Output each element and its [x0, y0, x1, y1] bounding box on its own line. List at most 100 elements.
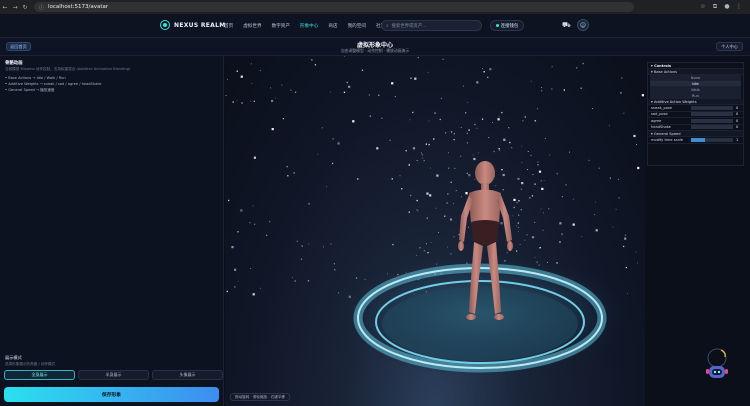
particle [417, 210, 419, 212]
particle [595, 201, 596, 203]
brand-logo[interactable]: NEXUS REALM [160, 20, 226, 30]
site-info-icon[interactable]: ⓘ [39, 4, 44, 11]
particle [565, 184, 567, 186]
nav-item-shop[interactable]: 商店 [328, 23, 337, 29]
particle [412, 147, 416, 150]
particle [466, 142, 468, 144]
particle [352, 120, 355, 123]
connect-wallet-button[interactable]: 连接钱包 [490, 20, 524, 31]
particle [234, 268, 237, 271]
wallet-status-dot-icon [495, 24, 499, 27]
particle [468, 129, 470, 131]
particle [311, 59, 313, 61]
profile-icon[interactable]: ● [722, 3, 732, 11]
particle [419, 247, 421, 249]
particle [569, 151, 570, 153]
particle [251, 82, 253, 84]
personal-center-button[interactable]: 个人中心 [716, 42, 743, 51]
user-avatar[interactable]: ☺ [577, 19, 589, 31]
particle [513, 206, 515, 209]
particle [334, 269, 336, 271]
particle [612, 226, 614, 228]
particle [438, 232, 439, 233]
particle [294, 91, 297, 93]
particle [516, 225, 517, 227]
nav-item-home[interactable]: 首页 [224, 23, 233, 29]
particle [502, 189, 504, 191]
particle [502, 173, 505, 177]
particle [231, 246, 234, 249]
cart-icon[interactable]: ⛟ [562, 21, 571, 30]
mode-full-body-button[interactable]: 全身展示 [4, 370, 75, 380]
particle [530, 154, 532, 157]
particle [294, 280, 296, 282]
particle [426, 192, 429, 195]
particle [537, 108, 538, 110]
particle [253, 100, 255, 102]
particle [237, 280, 239, 282]
forward-arrow-icon[interactable]: → [10, 4, 20, 11]
slider-track[interactable] [691, 112, 733, 117]
particle [498, 116, 500, 118]
slider-track[interactable] [691, 105, 733, 110]
save-avatar-button[interactable]: 保存形象 [4, 387, 219, 402]
particle [538, 170, 542, 173]
nav-item-assets[interactable]: 数字资产 [272, 23, 290, 29]
extensions-icon[interactable]: ⧉ [710, 3, 720, 11]
particle [226, 290, 228, 293]
brand-name: NEXUS REALM [174, 21, 226, 29]
particle [481, 118, 484, 120]
nav-item-worlds[interactable]: 虚拟世界 [243, 23, 261, 29]
nav-item-my-space[interactable]: 我的空间 [348, 23, 366, 29]
particle [559, 241, 561, 243]
speed-slider[interactable]: modify time scale 1 [648, 137, 743, 144]
menu-dots-icon[interactable]: ⋮ [734, 3, 744, 11]
particle [592, 108, 593, 109]
feature-list: Base Actions → Idle / Walk / Run Additiv… [5, 76, 101, 95]
bookmark-star-icon[interactable]: ☆ [698, 3, 708, 11]
scene-canvas[interactable] [225, 56, 645, 406]
slider-track[interactable] [691, 137, 733, 142]
particle [508, 127, 510, 129]
particle [425, 143, 427, 145]
particle [541, 187, 544, 190]
particle [517, 177, 520, 180]
particle [473, 157, 476, 161]
particle [489, 68, 492, 71]
particle [436, 174, 439, 177]
particle [429, 194, 432, 197]
particle [627, 293, 628, 294]
particle [531, 195, 534, 197]
particle [446, 202, 448, 204]
particle [357, 178, 359, 180]
particle [275, 97, 276, 99]
particle [308, 243, 310, 245]
particle [234, 286, 236, 288]
particle [410, 77, 412, 79]
particle [624, 234, 627, 236]
slider-track[interactable] [691, 118, 733, 123]
left-panel: 骨骼动画 当前模型 Mixamo 动作控制，支持权重混合 (Additive A… [0, 56, 224, 406]
particle [421, 154, 423, 156]
nav-item-avatar[interactable]: 形象中心 [300, 23, 318, 29]
avatar-3d-viewport[interactable]: 拖动旋转 · 滚轮缩放 · 右键平移 [225, 56, 645, 406]
particle [551, 66, 553, 68]
mode-half-body-button[interactable]: 半身展示 [78, 370, 149, 380]
particle [509, 141, 511, 144]
particle [423, 250, 425, 252]
particle [300, 258, 303, 260]
particle [594, 214, 596, 216]
address-bar[interactable]: ⓘ localhost:5173/avatar [34, 2, 634, 12]
particle [448, 167, 450, 169]
particle [581, 236, 583, 237]
assistant-bot-icon[interactable] [704, 348, 730, 382]
particle [476, 81, 479, 84]
mode-portrait-button[interactable]: 头像展示 [152, 370, 223, 380]
search-input[interactable]: ⌕ 搜索世界或资产... [381, 20, 482, 31]
particle [408, 211, 410, 213]
particle [287, 175, 289, 177]
particle [526, 234, 528, 236]
back-arrow-icon[interactable]: ← [0, 4, 10, 11]
slider-track[interactable] [691, 125, 733, 130]
reload-icon[interactable]: ↻ [20, 4, 30, 11]
